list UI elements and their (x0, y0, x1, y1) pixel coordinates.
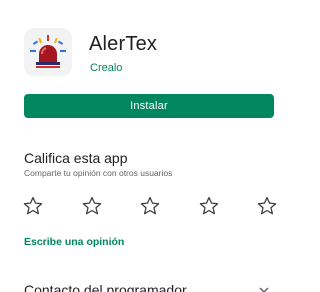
star-outline-icon (140, 196, 160, 215)
star-4-button[interactable] (198, 195, 220, 217)
app-icon (24, 28, 72, 76)
star-1-button[interactable] (22, 195, 44, 217)
star-3-button[interactable] (139, 195, 161, 217)
star-rating (22, 194, 278, 218)
install-button[interactable]: Instalar (24, 94, 274, 118)
rate-app-subtitle: Comparte tu opinión con otros usuarios (24, 168, 173, 178)
developer-contact-header[interactable]: Contacto del programador (24, 282, 187, 292)
write-review-link[interactable]: Escribe una opinión (24, 236, 124, 248)
developer-link[interactable]: Crealo (90, 62, 122, 74)
rate-app-title: Califica esta app (24, 150, 128, 166)
star-outline-icon (257, 196, 277, 215)
chevron-down-icon[interactable] (258, 283, 270, 292)
app-details-page: AlerTex Crealo Instalar Califica esta ap… (0, 0, 287, 292)
star-outline-icon (199, 196, 218, 215)
app-name: AlerTex (89, 33, 158, 55)
app-header: AlerTex Crealo (24, 28, 274, 80)
star-5-button[interactable] (256, 195, 278, 217)
star-2-button[interactable] (81, 195, 103, 217)
star-outline-icon (82, 196, 101, 215)
star-outline-icon (23, 196, 43, 215)
siren-icon (30, 35, 66, 68)
